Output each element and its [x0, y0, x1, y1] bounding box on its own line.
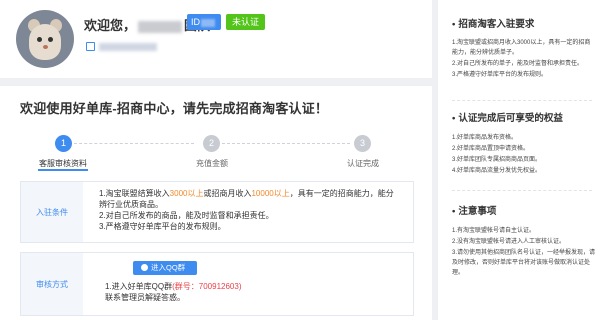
blurred-account-info	[99, 43, 157, 51]
list-item: 4.好单库商品流量分发优先权益。	[452, 168, 542, 174]
welcome-prefix: 欢迎您，	[84, 18, 137, 33]
step-connector	[222, 143, 350, 144]
avatar-nose	[43, 45, 48, 49]
conditions-label: 入驻条件	[21, 182, 83, 242]
page-title: 欢迎使用好单库-招商中心，请先完成招商淘客认证！	[20, 101, 329, 116]
main-panel: 欢迎使用好单库-招商中心，请先完成招商淘客认证！ 1 客服审核资料 2 充值金额…	[0, 86, 432, 320]
divider	[452, 190, 592, 191]
list-item: 3.好单库团队专属招商商品页面。	[452, 157, 542, 163]
list-item: 1.好单库商品发布资格。	[452, 135, 518, 141]
condition-amount-1: 3000以上	[169, 189, 204, 198]
condition-1a: 1.淘宝联盟结算收入	[99, 189, 170, 198]
id-label: ID	[191, 17, 200, 27]
id-badge: ID	[187, 14, 221, 30]
step-1-circle: 1	[55, 135, 72, 152]
progress-steps: 1 客服审核资料 2 充值金额 3 认证完成	[0, 134, 432, 171]
notes-list: 1.有淘宝联盟帐号请自主认证。 2.没有淘宝联盟帐号请进入人工审核认证。 3.请…	[452, 226, 596, 279]
requirements-list: 1.淘宝联盟或招商月收入3000以上，具有一定的招商能力，能分辨优质单子。 2.…	[452, 38, 596, 81]
step-connector	[74, 143, 194, 144]
review-method-text: 1.进入好单库QQ群(群号：700912603) 联系管理员解疑答惑。	[105, 281, 242, 303]
conditions-box: 入驻条件 1.淘宝联盟结算收入3000以上或招商月收入10000以上，具有一定的…	[20, 181, 414, 243]
info-sidebar: 招商淘客入驻要求 1.淘宝联盟或招商月收入3000以上，具有一定的招商能力，能分…	[438, 0, 600, 320]
qq-button-label: 进入QQ群	[151, 263, 186, 272]
step-2-circle: 2	[203, 135, 220, 152]
avatar-eye-left	[37, 37, 42, 42]
avatar-face	[29, 24, 61, 60]
list-item: 2.对自己所发布的单子，能及时监督和承担责任。	[452, 61, 584, 67]
notes-title: 注意事项	[452, 203, 496, 217]
list-item: 3.请勿使用其他招商团队名号认证，一经举报发现，请及时修改，否则好单库平台将对该…	[452, 250, 596, 276]
cert-status-badge[interactable]: 未认证	[226, 14, 266, 30]
step-3-circle: 3	[354, 135, 371, 152]
join-qq-group-button[interactable]: 进入QQ群	[133, 261, 197, 275]
requirements-title: 招商淘客入驻要求	[452, 16, 534, 30]
condition-1b: 或招商月收入	[203, 189, 252, 198]
list-item: 1.淘宝联盟或招商月收入3000以上，具有一定的招商能力，能分辨优质单子。	[452, 40, 591, 56]
avatar-eye-right	[48, 37, 53, 42]
account-icon	[86, 42, 95, 51]
qq-group-number[interactable]: (群号：700912603)	[172, 282, 241, 291]
list-item: 2.没有淘宝联盟帐号请进入人工审核认证。	[452, 239, 566, 245]
list-item: 1.有淘宝联盟帐号请自主认证。	[452, 228, 536, 234]
blurred-id	[201, 18, 215, 27]
blurred-username	[138, 20, 183, 33]
divider	[452, 100, 592, 101]
benefits-title: 认证完成后可享受的权益	[452, 110, 563, 124]
step-1-label: 客服审核资料	[39, 159, 87, 168]
step-active-indicator	[38, 169, 88, 171]
condition-amount-2: 10000以上	[251, 189, 290, 198]
benefits-list: 1.好单库商品发布资格。 2.好单库商品置顶申请资格。 3.好单库团队专属招商商…	[452, 133, 596, 177]
review-method-label: 审核方式	[21, 253, 83, 315]
step-3-label: 认证完成	[347, 159, 379, 168]
avatar[interactable]	[16, 10, 74, 68]
condition-line-2: 2.对自己所发布的商品，能及时监督和承担责任。	[99, 211, 274, 220]
profile-header: 欢迎您，团队 ID 未认证	[0, 0, 432, 78]
review-method-box: 审核方式 进入QQ群 1.进入好单库QQ群(群号：700912603) 联系管理…	[20, 252, 414, 316]
list-item: 2.好单库商品置顶申请资格。	[452, 146, 530, 152]
conditions-text: 1.淘宝联盟结算收入3000以上或招商月收入10000以上，具有一定的招商能力，…	[99, 188, 399, 232]
list-item: 3.严格遵守好单库平台的发布规则。	[452, 72, 548, 78]
condition-line-3: 3.严格遵守好单库平台的发布规则。	[99, 222, 226, 231]
method-line-2: 联系管理员解疑答惑。	[105, 293, 185, 302]
step-2-label: 充值金额	[196, 159, 228, 168]
method-1a: 1.进入好单库QQ群	[105, 282, 173, 291]
condition-line-1: 1.淘宝联盟结算收入3000以上或招商月收入10000以上，具有一定的招商能力，…	[99, 188, 399, 210]
qq-icon	[141, 264, 148, 271]
method-line-1: 1.进入好单库QQ群(群号：700912603)	[105, 281, 242, 292]
